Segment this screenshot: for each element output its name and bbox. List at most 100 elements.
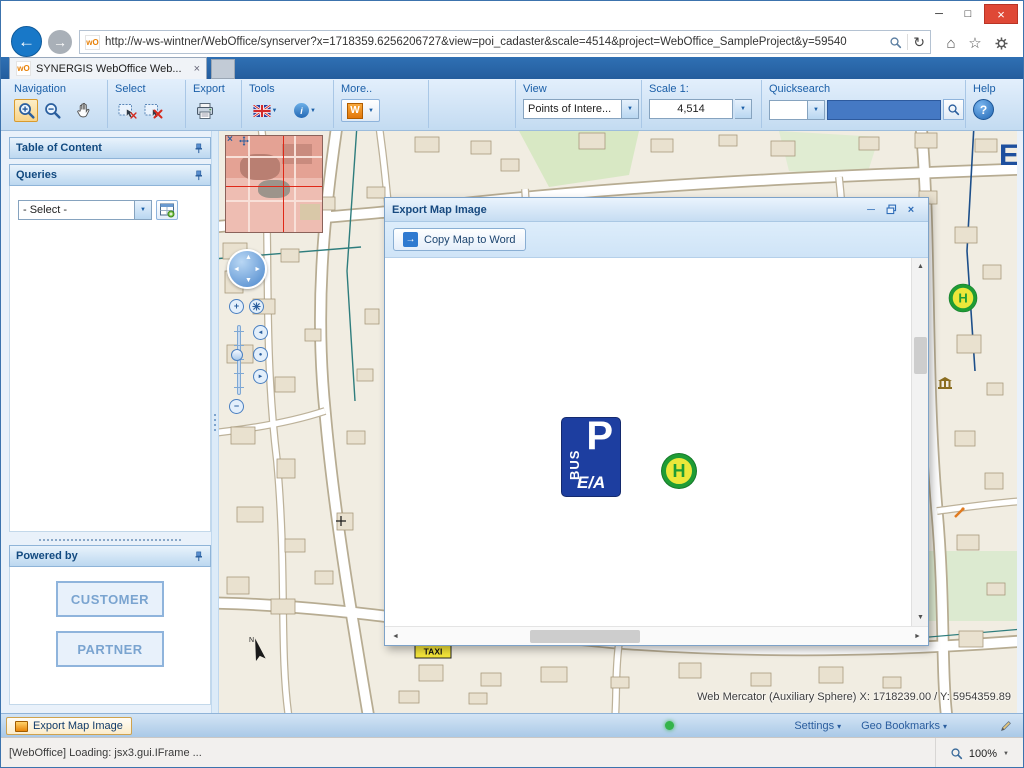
browser-tab[interactable]: wO SYNERGIS WebOffice Web... ×	[9, 57, 207, 79]
pan-hand-icon	[75, 101, 94, 120]
settings-menu[interactable]: Settings ▾	[794, 720, 841, 732]
dialog-toolbar: → Copy Map to Word	[385, 222, 928, 258]
view-select-value: Points of Intere...	[524, 103, 621, 115]
quicksearch-input[interactable]	[827, 100, 941, 120]
zoom-out-widget-button[interactable]: −	[229, 399, 244, 414]
right-arrow-icon: ►	[914, 633, 921, 640]
home-icon: ⌂	[946, 35, 955, 52]
quicksearch-button[interactable]	[943, 99, 964, 120]
chevron-down-icon: ▼	[621, 100, 638, 118]
query-table-button[interactable]	[156, 200, 178, 220]
forward-button[interactable]: →	[48, 30, 72, 54]
sidebar-header-queries[interactable]: Queries	[9, 164, 211, 186]
dialog-close-button[interactable]: ×	[901, 202, 921, 218]
clear-x-icon	[153, 109, 163, 119]
group-label: Help	[973, 83, 1019, 95]
refresh-button[interactable]: ↻	[913, 34, 925, 51]
plus-icon: +	[234, 302, 239, 311]
tab-close-button[interactable]: ×	[194, 63, 200, 75]
favorites-button[interactable]: ☆	[965, 34, 985, 52]
settings-button[interactable]	[991, 34, 1011, 52]
overview-close-button[interactable]: ×	[227, 134, 233, 145]
scroll-down-button[interactable]: ▼	[912, 609, 928, 626]
overview-map[interactable]	[225, 135, 323, 233]
minus-icon: −	[234, 402, 239, 411]
pan-up-icon[interactable]: ▲	[245, 254, 252, 261]
export-preview: BUS P E/A H ▲ ▼	[385, 258, 928, 626]
partner-logo[interactable]: PARTNER	[56, 631, 164, 667]
customer-logo[interactable]: CUSTOMER	[56, 581, 164, 617]
zoom-slider-handle[interactable]	[231, 349, 243, 361]
view-select[interactable]: Points of Intere... ▼	[523, 99, 639, 119]
pan-button[interactable]	[72, 99, 96, 122]
image-icon	[15, 721, 28, 732]
zoom-in-widget-button[interactable]: +	[229, 299, 244, 314]
previous-extent-button[interactable]: ◄	[253, 325, 268, 340]
info-tool-button[interactable]: i▼	[289, 99, 321, 122]
word-export-button[interactable]: W ▼	[341, 99, 380, 122]
info-icon: i	[294, 103, 309, 118]
scroll-left-button[interactable]: ◄	[387, 628, 404, 645]
print-button[interactable]	[193, 99, 217, 122]
center-extent-button[interactable]: ●	[253, 347, 268, 362]
pin-icon[interactable]	[193, 551, 204, 562]
zoom-out-button[interactable]	[40, 99, 64, 122]
next-extent-button[interactable]: ►	[253, 369, 268, 384]
sidebar-splitter[interactable]	[211, 131, 219, 713]
copy-map-to-word-button[interactable]: → Copy Map to Word	[393, 228, 526, 251]
group-label: Navigation	[14, 83, 107, 95]
overview-move-handle[interactable]	[239, 136, 249, 146]
down-arrow-icon: ▼	[917, 614, 924, 621]
asterisk-icon	[252, 302, 261, 311]
pan-left-icon[interactable]: ◄	[233, 266, 240, 273]
pan-down-icon[interactable]: ▼	[245, 277, 252, 284]
scale-input[interactable]	[649, 99, 733, 119]
parking-letter: P	[586, 414, 613, 459]
group-label: Select	[115, 83, 185, 95]
scroll-up-button[interactable]: ▲	[912, 258, 928, 275]
pin-icon[interactable]	[193, 170, 204, 181]
toolbar-group-quicksearch: Quicksearch ▼	[761, 80, 965, 128]
clear-selection-button[interactable]	[141, 99, 165, 122]
dialog-title: Export Map Image	[392, 204, 487, 216]
dialog-minimize-button[interactable]: ─	[861, 202, 881, 218]
settings-menu-label: Settings	[794, 720, 834, 732]
sidebar-header-powered-by[interactable]: Powered by	[9, 545, 211, 567]
select-features-button[interactable]	[115, 99, 139, 122]
map-canvas[interactable]: H TAXI N E	[219, 131, 1017, 713]
help-button[interactable]: ?	[973, 99, 994, 120]
app-taskbar: Export Map Image Settings ▾ Geo Bookmark…	[1, 713, 1023, 737]
geo-bookmarks-menu[interactable]: Geo Bookmarks ▾	[861, 720, 947, 732]
window-close-button[interactable]: ×	[984, 4, 1018, 24]
dialog-restore-button[interactable]	[881, 202, 901, 218]
window-maximize-button[interactable]: □	[955, 4, 981, 24]
zoom-control[interactable]: 100% ▼	[935, 738, 1023, 768]
language-button[interactable]: ▼	[249, 99, 281, 122]
sidebar-header-table-of-content[interactable]: Table of Content	[9, 137, 211, 159]
dialog-titlebar[interactable]: Export Map Image ─ ×	[385, 198, 928, 222]
url-input[interactable]	[105, 32, 884, 52]
full-extent-button[interactable]	[249, 299, 264, 314]
redline-tool-button[interactable]	[999, 719, 1013, 733]
dialog-vertical-scrollbar[interactable]: ▲ ▼	[911, 258, 928, 626]
pin-icon[interactable]	[193, 143, 204, 154]
url-divider	[907, 34, 908, 50]
horizontal-scroll-thumb[interactable]	[530, 630, 640, 643]
panel-splitter[interactable]	[39, 539, 181, 541]
pan-right-icon[interactable]: ►	[254, 266, 261, 273]
back-button[interactable]: ←	[11, 26, 42, 57]
vertical-scroll-thumb[interactable]	[914, 337, 927, 374]
export-map-image-task-button[interactable]: Export Map Image	[6, 717, 132, 735]
scale-dropdown-button[interactable]: ▼	[735, 99, 752, 119]
quicksearch-category-select[interactable]: ▼	[769, 100, 825, 120]
bus-stop-letter: H	[673, 461, 686, 482]
search-icon[interactable]	[889, 36, 902, 49]
dialog-horizontal-scrollbar[interactable]: ◄ ►	[385, 626, 928, 645]
pan-rose[interactable]: ▲ ▼ ◄ ►	[227, 249, 267, 289]
query-select[interactable]: - Select - ▼	[18, 200, 152, 220]
home-button[interactable]: ⌂	[941, 34, 961, 52]
zoom-in-button[interactable]	[14, 99, 38, 122]
window-minimize-button[interactable]: ─	[926, 4, 952, 24]
scroll-right-button[interactable]: ►	[909, 628, 926, 645]
new-tab-button[interactable]	[211, 59, 235, 79]
